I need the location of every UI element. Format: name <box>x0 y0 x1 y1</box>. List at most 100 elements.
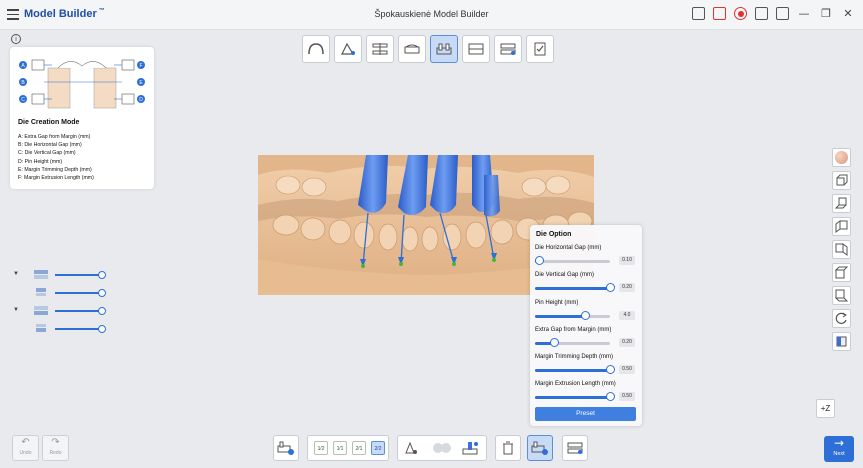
option-slider[interactable] <box>535 287 610 290</box>
slider-fill <box>535 315 586 318</box>
opacity-slider-knob[interactable] <box>98 325 106 333</box>
next-arrow-icon: → <box>833 436 845 450</box>
layer-lower-jaw: ▼ <box>10 302 110 320</box>
tooth-quadrant-button[interactable]: 2⁄1 <box>352 441 366 455</box>
option-label: Die Horizontal Gap (mm) <box>535 245 602 251</box>
window-icon[interactable] <box>776 7 789 20</box>
option-label: Margin Extrusion Length (mm) <box>535 381 616 387</box>
expand-icon[interactable]: ▼ <box>13 307 19 313</box>
slider-thumb[interactable] <box>606 283 615 292</box>
option-label: Extra Gap from Margin (mm) <box>535 327 612 333</box>
option-slider[interactable] <box>535 342 610 345</box>
upper-jaw-icon[interactable] <box>32 267 50 281</box>
left-view-icon[interactable] <box>832 217 851 236</box>
legend-line: D: Pin Height (mm) <box>18 158 63 165</box>
lower-base-icon[interactable] <box>32 321 50 335</box>
option-slider[interactable] <box>535 396 610 399</box>
add-die-icon[interactable] <box>273 435 299 461</box>
opacity-slider[interactable] <box>55 274 102 276</box>
info-icon[interactable]: i <box>11 34 21 44</box>
lower-jaw-icon[interactable] <box>32 303 50 317</box>
undo-label: Undo <box>19 450 32 456</box>
next-button[interactable]: → Next <box>824 436 854 462</box>
opacity-slider-knob[interactable] <box>98 289 106 297</box>
model-icon[interactable] <box>462 35 490 63</box>
reset-view-icon[interactable] <box>832 309 851 328</box>
option-slider[interactable] <box>535 315 610 318</box>
option-value[interactable]: 0.20 <box>619 283 635 292</box>
texture-icon[interactable] <box>832 332 851 351</box>
slider-thumb[interactable] <box>581 311 591 320</box>
opacity-slider[interactable] <box>55 328 102 330</box>
bottom-view-icon[interactable] <box>832 286 851 305</box>
screenshot-icon[interactable] <box>692 7 705 20</box>
option-label: Margin Trimming Depth (mm) <box>535 354 614 360</box>
base-icon[interactable] <box>398 35 426 63</box>
opacity-slider[interactable] <box>55 310 102 312</box>
document-icon[interactable] <box>713 7 726 20</box>
margin-extrusion-length-option: Margin Extrusion Length (mm) 0.50 <box>535 381 637 409</box>
articulator-icon[interactable] <box>494 35 522 63</box>
align-icon[interactable] <box>366 35 394 63</box>
tooth-quadrant-button[interactable]: 2⁄2 <box>371 441 385 455</box>
die-vertical-gap-option: Die Vertical Gap (mm) 0.20 <box>535 272 637 300</box>
redo-label: Redo <box>49 450 62 456</box>
diagram-marker-c: C <box>21 97 25 103</box>
check-icon[interactable] <box>526 35 554 63</box>
layer-upper-base <box>10 284 110 302</box>
tooth-quadrant-button[interactable]: 1⁄1 <box>333 441 347 455</box>
delete-icon[interactable] <box>495 435 521 461</box>
front-view-icon[interactable] <box>832 171 851 190</box>
material-icon[interactable] <box>832 148 851 167</box>
slider-thumb[interactable] <box>534 256 544 265</box>
arch-icon[interactable] <box>302 35 330 63</box>
option-slider[interactable] <box>535 260 610 263</box>
tooth-quadrant-button[interactable]: 1⁄2 <box>314 441 328 455</box>
record-icon[interactable] <box>734 7 747 20</box>
back-view-icon[interactable] <box>832 194 851 213</box>
layer-list: ▼ ▼ <box>10 266 110 338</box>
die-creation-info-panel: A B C D E F Die Creation Mode A: Extra G… <box>10 47 154 189</box>
opacity-slider[interactable] <box>55 292 102 294</box>
option-slider[interactable] <box>535 369 610 372</box>
close-button[interactable]: ✕ <box>841 7 855 20</box>
option-value[interactable]: 4.0 <box>619 311 635 320</box>
extra-gap-option: Extra Gap from Margin (mm) 0.20 <box>535 327 637 355</box>
redo-button[interactable]: ↷ Redo <box>42 435 69 461</box>
legend-line: C: Die Vertical Gap (mm) <box>18 150 76 157</box>
slider-thumb[interactable] <box>549 338 559 347</box>
die-horizontal-gap-option: Die Horizontal Gap (mm) 0.10 <box>534 245 637 273</box>
info-panel-title: Die Creation Mode <box>18 119 80 126</box>
upper-base-icon[interactable] <box>32 285 50 299</box>
plus-z-button[interactable]: +Z <box>816 399 835 418</box>
option-value[interactable]: 0.10 <box>619 256 635 265</box>
legend-line: F: Margin Extrusion Length (mm) <box>18 175 94 182</box>
undo-button[interactable]: ↶ Undo <box>12 435 39 461</box>
undo-icon: ↶ <box>21 437 30 448</box>
visibility-icon[interactable] <box>562 435 588 461</box>
die-diagram: A B C D E F <box>19 59 145 109</box>
opacity-slider-knob[interactable] <box>98 271 106 279</box>
option-value[interactable]: 0.50 <box>619 365 635 374</box>
merge-tool-icon[interactable] <box>431 441 453 455</box>
minimize-button[interactable]: — <box>797 7 811 20</box>
slider-thumb[interactable] <box>606 365 615 374</box>
right-view-icon[interactable] <box>832 240 851 259</box>
slider-thumb[interactable] <box>606 392 615 401</box>
option-value[interactable]: 0.20 <box>619 338 635 347</box>
die-mode-icon[interactable] <box>527 435 553 461</box>
pin-tool-icon[interactable] <box>461 440 481 456</box>
camera-icon[interactable] <box>755 7 768 20</box>
preset-button[interactable]: Preset <box>535 407 636 421</box>
trim-tool-icon[interactable] <box>403 441 419 455</box>
tooth-number-group: 1⁄2 1⁄1 2⁄1 2⁄2 <box>307 435 389 461</box>
top-view-icon[interactable] <box>832 263 851 282</box>
die-icon[interactable] <box>430 35 458 63</box>
option-label: Pin Height (mm) <box>535 300 579 306</box>
option-value[interactable]: 0.50 <box>619 392 635 401</box>
trim-icon[interactable] <box>334 35 362 63</box>
opacity-slider-knob[interactable] <box>98 307 106 315</box>
expand-icon[interactable]: ▼ <box>13 271 19 277</box>
maximize-button[interactable]: ❐ <box>819 7 833 20</box>
legend-line: A: Extra Gap from Margin (mm) <box>18 134 91 140</box>
